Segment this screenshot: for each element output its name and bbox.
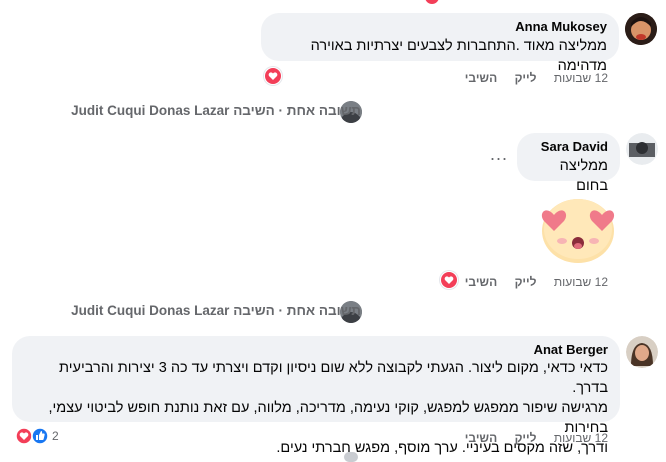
comment-time[interactable]: 12 שבועות (554, 71, 608, 85)
comment-bubble: Anat Berger כדאי כדאי, מקום ליצור. הגעתי… (12, 336, 620, 456)
comment-text: ממליצה בחום (559, 158, 608, 194)
comment-time[interactable]: 12 שבועות (554, 431, 608, 445)
like-reaction-icon (31, 427, 49, 445)
comment-bubble: Sara David ממליצה בחום (517, 133, 620, 194)
comment-bubble: Anna Mukosey ממליצה מאוד .התחברות לצבעים… (261, 13, 619, 74)
avatar[interactable] (626, 336, 658, 368)
reply-action: השיבה (233, 103, 275, 118)
comment-meta: 12 שבועות לייק השיבי (465, 275, 608, 289)
comment-author[interactable]: Anna Mukosey (273, 19, 607, 34)
heart-reaction-icon[interactable] (440, 271, 458, 289)
reply-dot: · (274, 303, 284, 318)
avatar[interactable] (626, 133, 658, 165)
reply-link[interactable]: השיבי (465, 275, 497, 289)
view-replies-link[interactable]: תשובה אחת · השיבה Judit Cuqui Donas Laza… (71, 103, 361, 118)
like-link[interactable]: לייק (515, 275, 537, 289)
reply-author-name: Judit Cuqui Donas Lazar (71, 303, 230, 318)
reply-count: תשובה אחת (286, 303, 361, 318)
avatar[interactable] (625, 13, 657, 45)
reply-author-name: Judit Cuqui Donas Lazar (71, 103, 230, 118)
reply-link[interactable]: השיבי (465, 431, 497, 445)
reply-link[interactable]: השיבי (465, 71, 497, 85)
comment-text: ממליצה מאוד .התחברות לצבעים יצרתיות באוי… (310, 38, 607, 74)
reply-count: תשובה אחת (286, 103, 361, 118)
reactions-summary[interactable]: 2 (14, 427, 64, 447)
more-options-button[interactable]: ... (490, 144, 508, 165)
reply-action: השיבה (233, 303, 275, 318)
comment-text-line: כדאי כדאי, מקום ליצור. הגעתי לקבוצה ללא … (59, 360, 608, 396)
reply-dot: · (274, 103, 284, 118)
partial-reaction-top (424, 0, 440, 4)
comment-meta: 12 שבועות לייק השיבי (465, 431, 608, 445)
comment-author[interactable]: Anat Berger (24, 342, 608, 357)
heart-eyes-emoji (536, 193, 620, 263)
like-link[interactable]: לייק (515, 431, 537, 445)
view-replies-link[interactable]: תשובה אחת · השיבה Judit Cuqui Donas Laza… (71, 303, 361, 318)
like-link[interactable]: לייק (515, 71, 537, 85)
comment-meta: 12 שבועות לייק השיבי (465, 71, 608, 85)
comment-author[interactable]: Sara David (529, 139, 608, 154)
reaction-count: 2 (52, 429, 59, 443)
heart-reaction-icon[interactable] (264, 67, 282, 85)
comment-time[interactable]: 12 שבועות (554, 275, 608, 289)
